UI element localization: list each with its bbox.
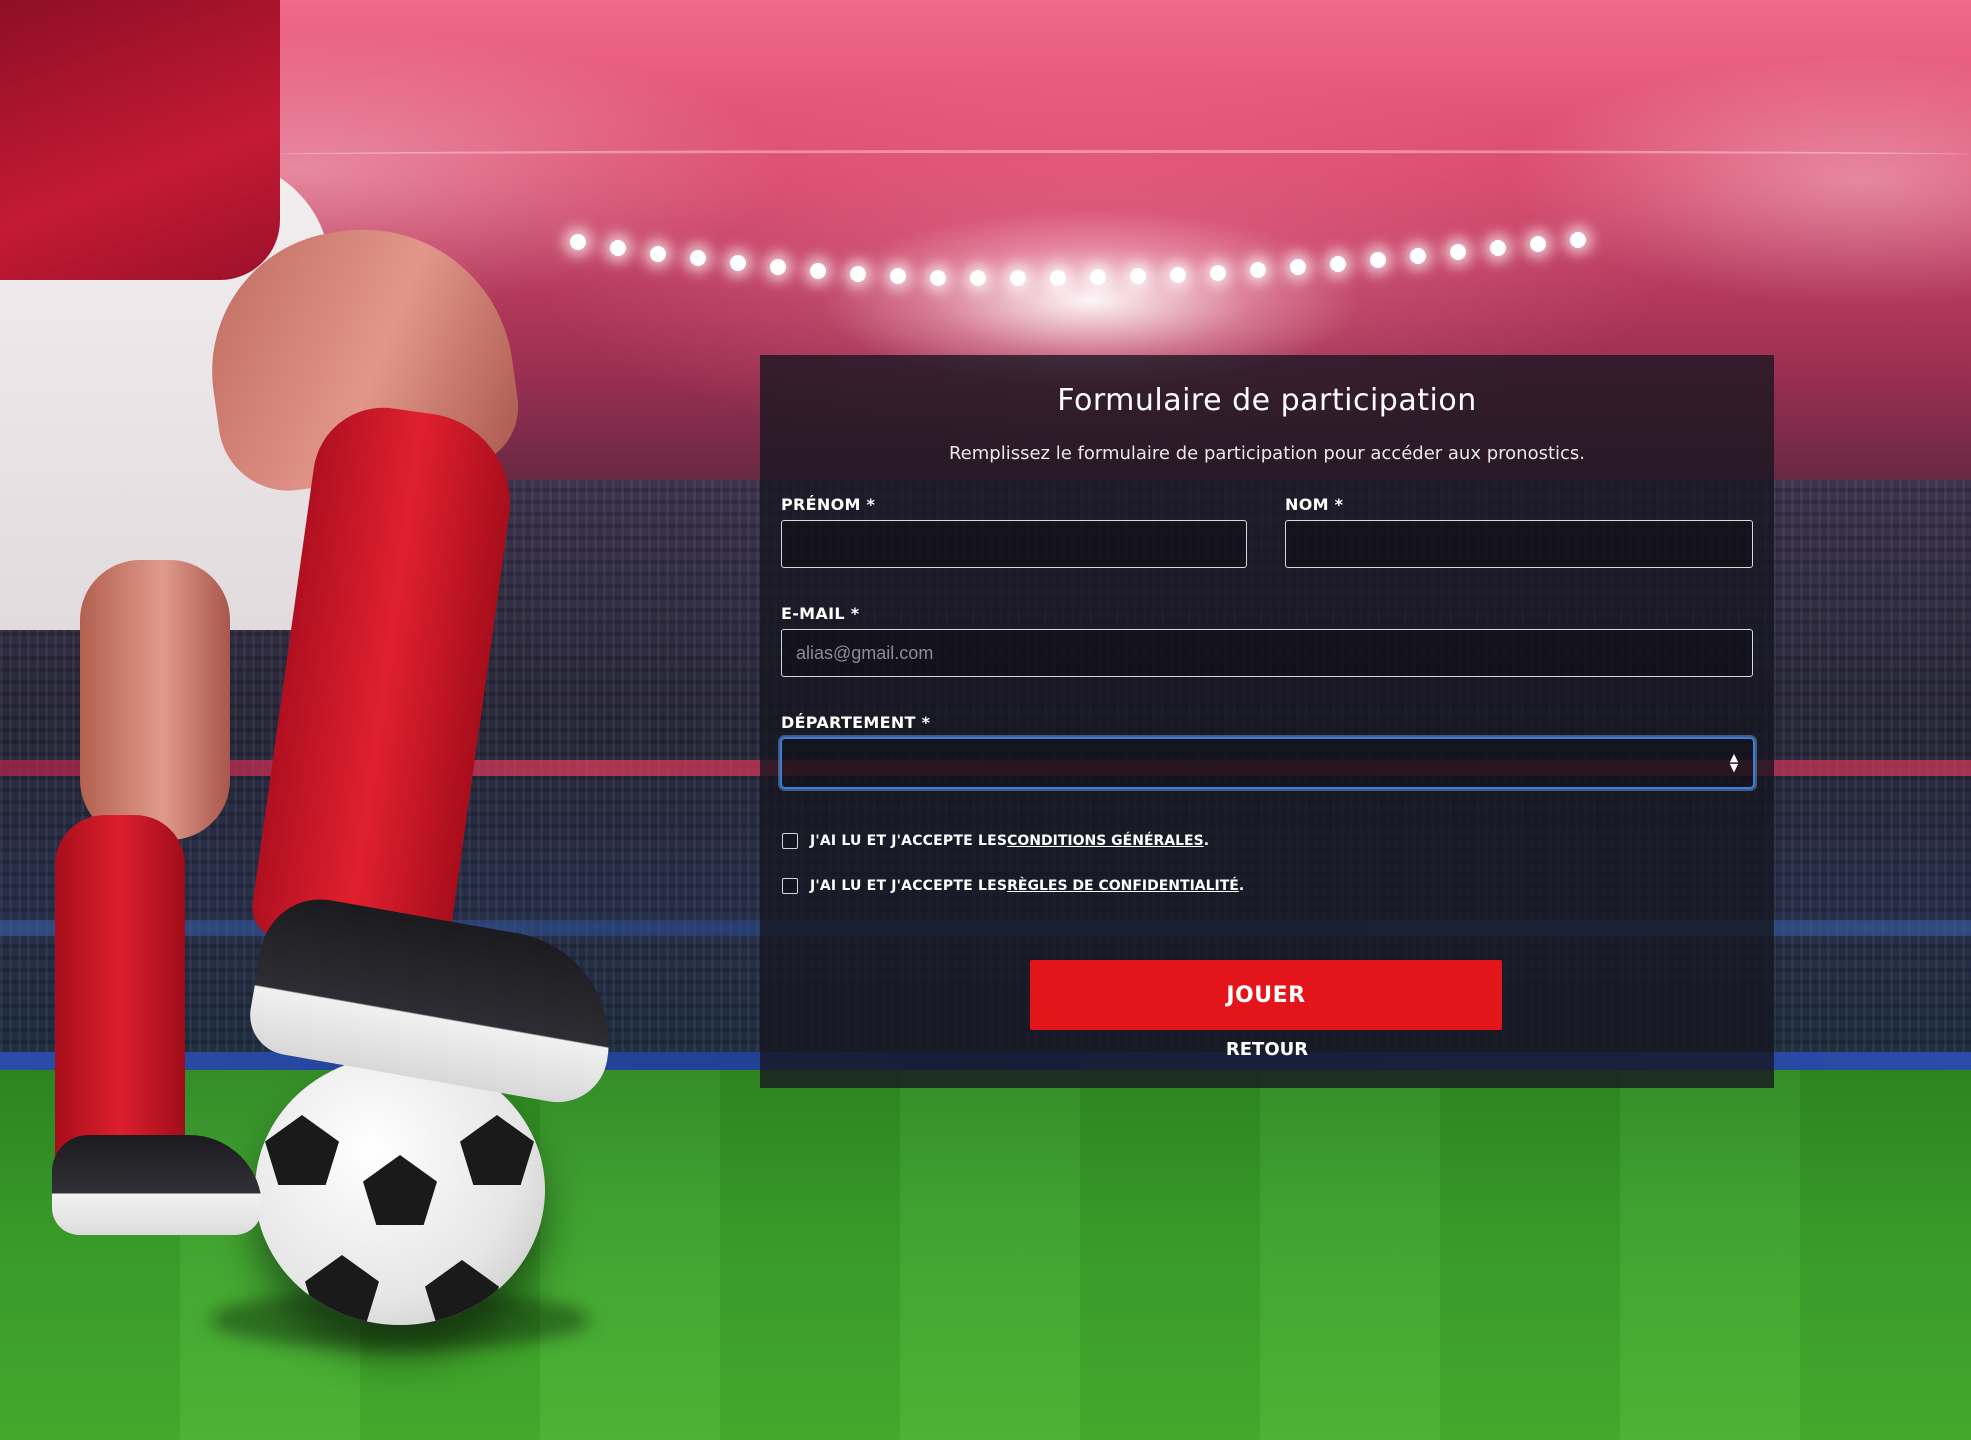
terms-row: J'AI LU ET J'ACCEPTE LES CONDITIONS GÉNÉ…	[782, 830, 1209, 852]
ball-patch	[363, 1155, 437, 1225]
participation-form: Formulaire de participation Remplissez l…	[760, 355, 1774, 1088]
floodlight	[770, 259, 786, 275]
floodlight	[930, 270, 946, 286]
floodlight	[1530, 236, 1546, 252]
player-left-sock	[55, 815, 185, 1175]
soccer-ball	[255, 1055, 545, 1325]
player-left-shoe	[52, 1135, 262, 1235]
floodlight	[1210, 265, 1226, 281]
floodlight	[730, 255, 746, 271]
email-label: E-MAIL *	[781, 604, 860, 623]
floodlight	[690, 250, 706, 266]
floodlight	[650, 246, 666, 262]
ball-patch	[460, 1115, 534, 1185]
updown-arrows-icon: ▲ ▼	[1729, 751, 1739, 774]
first-name-input[interactable]	[781, 520, 1247, 568]
email-input[interactable]	[781, 629, 1753, 677]
privacy-suffix: .	[1238, 878, 1245, 894]
floodlight	[970, 270, 986, 286]
back-link[interactable]: RETOUR	[760, 1039, 1774, 1060]
floodlight	[1090, 269, 1106, 285]
floodlight	[1570, 232, 1586, 248]
background-stadium: Formulaire de participation Remplissez l…	[0, 0, 1971, 1440]
floodlight	[1130, 268, 1146, 284]
floodlight	[1050, 270, 1066, 286]
terms-checkbox[interactable]	[782, 833, 798, 849]
terms-suffix: .	[1203, 833, 1210, 849]
department-label: DÉPARTEMENT *	[781, 713, 931, 732]
last-name-input[interactable]	[1285, 520, 1753, 568]
play-button[interactable]: JOUER	[1030, 960, 1502, 1030]
floodlight	[890, 268, 906, 284]
first-name-label: PRÉNOM *	[781, 495, 876, 514]
terms-link[interactable]: CONDITIONS GÉNÉRALES	[1007, 833, 1204, 849]
floodlight	[1490, 240, 1506, 256]
ball-patch	[305, 1255, 379, 1325]
floodlight	[810, 263, 826, 279]
stadium-roof	[270, 150, 1970, 159]
floodlight	[1370, 252, 1386, 268]
privacy-row: J'AI LU ET J'ACCEPTE LES RÈGLES DE CONFI…	[782, 875, 1244, 897]
player-shirt	[0, 0, 280, 280]
floodlight	[850, 266, 866, 282]
floodlights	[560, 230, 1710, 290]
floodlight	[1290, 259, 1306, 275]
floodlight	[1410, 248, 1426, 264]
form-subtitle: Remplissez le formulaire de participatio…	[948, 443, 1586, 464]
floodlight	[610, 240, 626, 256]
floodlight	[1010, 270, 1026, 286]
ball-patch	[425, 1260, 499, 1325]
floodlight	[1330, 256, 1346, 272]
floodlight	[570, 234, 586, 250]
privacy-link[interactable]: RÈGLES DE CONFIDENTIALITÉ	[1007, 878, 1239, 894]
floodlight	[1250, 262, 1266, 278]
last-name-label: NOM *	[1285, 495, 1344, 514]
player-left-leg	[80, 560, 230, 840]
terms-text: J'AI LU ET J'ACCEPTE LES	[810, 833, 1008, 849]
form-title: Formulaire de participation	[1057, 383, 1477, 418]
privacy-checkbox[interactable]	[782, 878, 798, 894]
privacy-text: J'AI LU ET J'ACCEPTE LES	[810, 878, 1008, 894]
ball-patch	[265, 1115, 339, 1185]
floodlight	[1170, 267, 1186, 283]
floodlight	[1450, 244, 1466, 260]
department-select[interactable]: ▲ ▼	[780, 737, 1755, 789]
